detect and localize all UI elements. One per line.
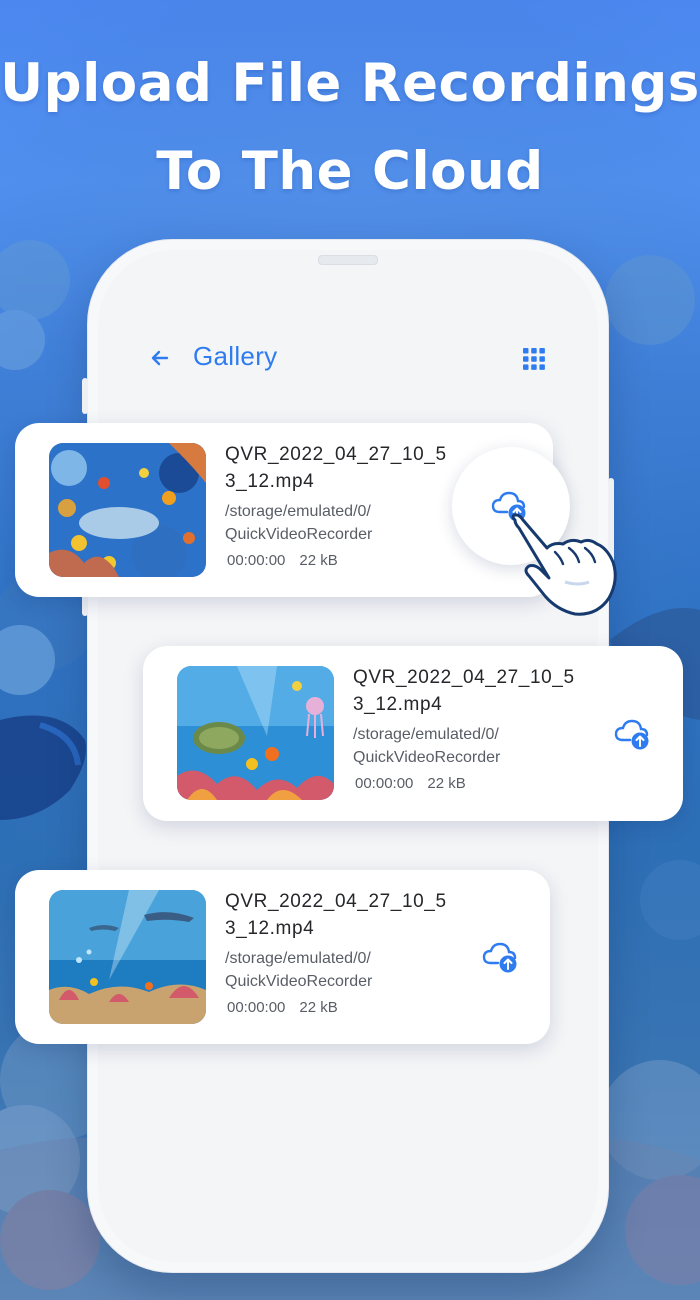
video-path: /storage/emulated/0/ QuickVideoRecorder — [225, 947, 465, 993]
video-thumbnail-image — [49, 443, 206, 577]
video-size: 22 kB — [299, 999, 338, 1016]
video-path-line-2: QuickVideoRecorder — [225, 526, 373, 543]
headline-line-2: To The Cloud — [156, 141, 544, 202]
video-path: /storage/emulated/0/ QuickVideoRecorder — [225, 500, 465, 546]
video-meta: 00:00:00 22 kB — [225, 999, 465, 1016]
video-duration: 00:00:00 — [227, 999, 286, 1016]
video-filename: QVR_2022_04_27_10_53_12.mp4 — [353, 667, 575, 715]
headline-line-1: Upload File Recordings — [0, 53, 700, 114]
video-list-item[interactable]: QVR_2022_04_27_10_53_12.mp4 /storage/emu… — [143, 646, 683, 821]
video-thumbnail-image — [49, 890, 206, 1024]
back-button[interactable] — [145, 343, 175, 373]
cloud-upload-icon — [482, 942, 517, 973]
video-size: 22 kB — [427, 775, 466, 792]
video-thumbnail — [49, 890, 206, 1024]
video-path-line-1: /storage/emulated/0/ — [225, 503, 371, 520]
grid-icon — [523, 348, 545, 370]
phone-speaker — [318, 255, 378, 265]
cloud-upload-button[interactable] — [614, 718, 650, 750]
video-meta: 00:00:00 22 kB — [225, 552, 465, 569]
video-size: 22 kB — [299, 552, 338, 569]
arrow-left-icon — [151, 350, 169, 366]
video-duration: 00:00:00 — [355, 775, 414, 792]
promo-headline: Upload File Recordings To The Cloud — [0, 40, 700, 216]
video-filename: QVR_2022_04_27_10_53_12.mp4 — [225, 444, 447, 492]
video-path-line-2: QuickVideoRecorder — [353, 749, 501, 766]
video-path-line-1: /storage/emulated/0/ — [353, 726, 499, 743]
video-info: QVR_2022_04_27_10_53_12.mp4 /storage/emu… — [225, 441, 465, 569]
video-path-line-2: QuickVideoRecorder — [225, 973, 373, 990]
video-info: QVR_2022_04_27_10_53_12.mp4 /storage/emu… — [353, 664, 593, 792]
app-toolbar: Gallery — [145, 335, 555, 385]
video-path: /storage/emulated/0/ QuickVideoRecorder — [353, 723, 593, 769]
page-title: Gallery — [193, 341, 278, 371]
video-thumbnail — [177, 666, 334, 800]
video-filename: QVR_2022_04_27_10_53_12.mp4 — [225, 891, 447, 939]
cloud-upload-button[interactable] — [482, 941, 518, 973]
video-path-line-1: /storage/emulated/0/ — [225, 950, 371, 967]
pointing-hand-icon — [511, 513, 617, 616]
video-duration: 00:00:00 — [227, 552, 286, 569]
video-thumbnail — [49, 443, 206, 577]
cloud-upload-icon — [614, 719, 649, 750]
video-thumbnail-image — [177, 666, 334, 800]
video-list-item[interactable]: QVR_2022_04_27_10_53_12.mp4 /storage/emu… — [15, 870, 550, 1044]
grid-view-button[interactable] — [521, 346, 547, 372]
video-meta: 00:00:00 22 kB — [353, 775, 593, 792]
phone-side-button — [82, 378, 88, 414]
video-info: QVR_2022_04_27_10_53_12.mp4 /storage/emu… — [225, 888, 465, 1016]
